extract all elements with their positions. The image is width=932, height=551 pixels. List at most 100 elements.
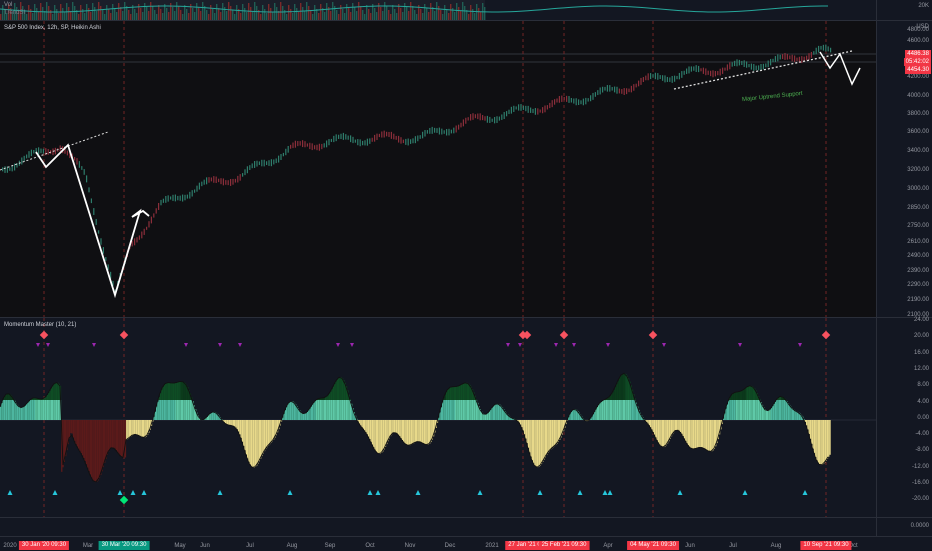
volume-bar (280, 2, 281, 20)
momentum-bar-negative (98, 420, 99, 480)
momentum-bar-negative (406, 420, 407, 444)
heikin-ashi-candle (748, 64, 749, 67)
heikin-ashi-candle (777, 54, 778, 61)
momentum-bar-negative (104, 420, 105, 463)
momentum-bar-negative (257, 420, 258, 464)
momentum-bar-negative (77, 420, 78, 446)
volume-bar (42, 7, 43, 20)
momentum-bar-negative (260, 420, 261, 459)
momentum-fill-positive (183, 400, 184, 420)
momentum-fill-positive (631, 400, 632, 420)
heikin-ashi-candle (660, 75, 661, 79)
volume-axis[interactable]: 20K (876, 0, 932, 20)
oscillator-axis[interactable]: 24.0020.0016.0012.008.004.000.00-4.00-8.… (876, 318, 932, 517)
bottom-axis[interactable]: 0.0000 (876, 518, 932, 536)
momentum-fill-positive (493, 406, 494, 420)
momentum-bar-negative (430, 420, 431, 442)
momentum-bar-negative (428, 420, 429, 445)
buy-triangle-marker (416, 490, 421, 495)
heikin-ashi-candle (597, 90, 598, 95)
volume-bar (236, 5, 237, 20)
oscillator-pane[interactable]: Momentum Master (10, 21) (0, 318, 876, 517)
price-axis[interactable]: USD 4800.004600.004400.004200.004000.003… (876, 21, 932, 317)
heikin-ashi-candle (81, 166, 82, 170)
momentum-bar-negative (827, 420, 828, 459)
volume-bar (270, 8, 271, 20)
momentum-fill-positive (173, 400, 174, 420)
heikin-ashi-candle (489, 117, 490, 123)
heikin-ashi-candle (165, 196, 166, 203)
heikin-ashi-candle (444, 130, 445, 134)
momentum-bar-negative (99, 420, 100, 478)
heikin-ashi-candle (746, 61, 747, 67)
buy-triangle-marker (368, 490, 373, 495)
momentum-bar-negative (75, 420, 76, 444)
momentum-bar-negative (143, 420, 144, 437)
heikin-ashi-candle (592, 93, 593, 100)
volume-bar (240, 13, 241, 20)
heikin-ashi-candle (820, 46, 821, 50)
indicator-title: Momentum Master (10, 21) (4, 322, 76, 328)
momentum-fill-positive (164, 400, 165, 420)
price-axis-tick: 4200.00 (907, 74, 929, 80)
volume-bar (222, 3, 223, 20)
momentum-fill-positive (628, 400, 629, 420)
volume-bar (38, 12, 39, 20)
momentum-bar-negative (711, 420, 712, 451)
heikin-ashi-candle (352, 137, 353, 143)
heikin-ashi-candle (535, 108, 536, 115)
volume-bar (480, 12, 481, 20)
momentum-bar-negative (139, 420, 140, 436)
heikin-ashi-candle (765, 63, 766, 67)
momentum-fill-positive (172, 400, 173, 420)
heikin-ashi-candle (381, 131, 382, 137)
heikin-ashi-candle (559, 96, 560, 103)
heikin-ashi-candle (38, 147, 39, 154)
momentum-bar-negative (103, 420, 104, 467)
momentum-bar-negative (699, 420, 700, 447)
heikin-ashi-candle (348, 136, 349, 140)
volume-bar (438, 6, 439, 20)
heikin-ashi-candle (456, 126, 457, 133)
momentum-fill-positive (486, 414, 487, 420)
momentum-bar-negative (117, 420, 118, 452)
momentum-fill-positive (744, 400, 745, 420)
volume-bar (136, 13, 137, 20)
momentum-bar-negative (421, 420, 422, 442)
momentum-bar-negative (701, 420, 702, 447)
momentum-fill-positive (741, 400, 742, 420)
time-axis[interactable]: 2020MarMayJunJulAugSepOctNovDec2021AprJu… (0, 536, 932, 551)
bottom-pane[interactable] (0, 518, 876, 536)
momentum-fill-positive (484, 414, 485, 420)
momentum-bar-negative (651, 420, 652, 429)
momentum-fill-positive (725, 409, 726, 420)
volume-bar (380, 7, 381, 20)
heikin-ashi-candle (722, 68, 723, 74)
momentum-bar-negative (269, 420, 270, 444)
volume-pane[interactable]: Vol TrendSI (0, 0, 876, 20)
heikin-ashi-candle (427, 130, 428, 134)
momentum-fill-positive (728, 401, 729, 420)
momentum-bar-negative (228, 420, 229, 425)
momentum-bar-negative (533, 420, 534, 463)
heikin-ashi-candle (386, 132, 387, 137)
momentum-fill-positive (338, 400, 339, 420)
volume-bar (112, 4, 113, 20)
momentum-bar-negative (127, 420, 128, 439)
price-pane[interactable]: S&P 500 Index, 12h, SP, Heikin Ashi Majo… (0, 21, 876, 317)
sell-diamond-marker (120, 331, 128, 339)
momentum-fill-positive (732, 400, 733, 420)
momentum-fill-positive (616, 400, 617, 420)
momentum-bar-negative (387, 420, 388, 441)
volume-bar (256, 6, 257, 20)
momentum-bar-negative (537, 420, 538, 467)
time-axis-highlight: 30 Jan '20 09:30 (19, 541, 69, 550)
heikin-ashi-candle (376, 134, 377, 140)
momentum-fill-positive (44, 400, 45, 420)
price-axis-tick: 3200.00 (907, 167, 929, 173)
heikin-ashi-candle (715, 71, 716, 76)
momentum-bar-negative (273, 420, 274, 440)
momentum-fill-positive (182, 400, 183, 420)
momentum-fill-positive (186, 400, 187, 420)
heikin-ashi-candle (703, 68, 704, 74)
